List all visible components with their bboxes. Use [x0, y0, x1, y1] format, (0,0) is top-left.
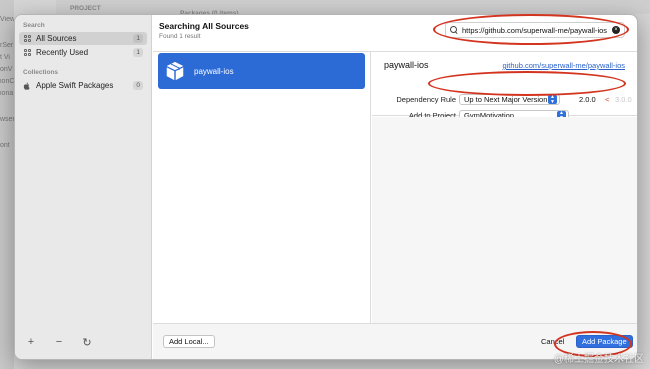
count-badge: 1 [133, 34, 143, 43]
result-count: Found 1 result [159, 33, 201, 40]
dependency-rule-label: Dependency Rule [396, 95, 456, 104]
search-field[interactable]: https://github.com/superwall-me/paywall-… [445, 22, 625, 38]
version-min-field[interactable]: 2.0.0 [579, 95, 596, 104]
add-local-button[interactable]: Add Local... [163, 335, 215, 348]
sources-sidebar: Search All Sources 1 Recently Used 1 Col… [15, 15, 152, 359]
background-text: t Vi [0, 54, 10, 61]
grid-icon [23, 35, 31, 43]
package-dialog: Search All Sources 1 Recently Used 1 Col… [14, 14, 638, 360]
list-item[interactable]: paywall-ios [158, 53, 365, 89]
sidebar-toolbar: + − ↻ [25, 336, 93, 349]
apple-icon [23, 82, 31, 90]
sidebar-item-label: Apple Swift Packages [36, 81, 114, 90]
background-text: wser [0, 116, 14, 123]
add-icon[interactable]: + [25, 336, 37, 349]
background-text: rSer [0, 42, 14, 49]
sidebar-item-label: Recently Used [36, 48, 89, 57]
page-title: Searching All Sources [159, 21, 249, 31]
sidebar-item-apple-swift-packages[interactable]: Apple Swift Packages 0 [19, 79, 147, 92]
remove-icon[interactable]: − [53, 336, 65, 349]
background-text: ionC [0, 78, 14, 85]
package-name: paywall-ios [384, 60, 429, 70]
version-max-field[interactable]: 3.0.0 [615, 95, 632, 104]
search-icon [450, 26, 458, 34]
dependency-rule-select[interactable]: Up to Next Major Version ▲ ▼ [459, 94, 560, 105]
background-header: PROJECT Packages (0 items) [56, 0, 650, 17]
grid-icon [23, 49, 31, 57]
background-text: View [0, 16, 14, 23]
count-badge: 0 [133, 81, 143, 90]
watermark: @稀土掘金技术社区 [553, 354, 644, 365]
version-less-than: < [605, 95, 610, 104]
refresh-icon[interactable]: ↻ [81, 336, 93, 349]
package-details: paywall-ios github.com/superwall-me/payw… [372, 52, 637, 121]
result-name: paywall-ios [194, 66, 234, 76]
chevron-updown-icon: ▲▼ [548, 95, 557, 104]
collections-section-label: Collections [23, 69, 59, 76]
sidebar-item-label: All Sources [36, 34, 77, 43]
results-list: paywall-ios [153, 52, 371, 325]
repository-link[interactable]: github.com/superwall-me/paywall-ios [502, 61, 625, 70]
dependency-rule-value: Up to Next Major Version [464, 95, 548, 104]
background-text: iona [0, 90, 14, 97]
details-empty-area [372, 117, 637, 325]
search-input[interactable]: https://github.com/superwall-me/paywall-… [462, 26, 612, 35]
background-text: onV [0, 66, 13, 73]
count-badge: 1 [133, 48, 143, 57]
background-text: ont [0, 142, 10, 149]
clear-icon[interactable]: × [612, 26, 620, 34]
search-section-label: Search [23, 22, 45, 29]
add-package-button[interactable]: Add Package [576, 335, 633, 348]
background-sidebar: View rSer t Vi onV ionC iona wser ont [0, 0, 14, 369]
sidebar-item-recently-used[interactable]: Recently Used 1 [19, 46, 147, 59]
cancel-button[interactable]: Cancel [536, 335, 569, 348]
sidebar-item-all-sources[interactable]: All Sources 1 [19, 32, 147, 45]
dialog-header: Searching All Sources Found 1 result htt… [153, 15, 637, 52]
package-icon [164, 60, 186, 82]
project-label: PROJECT [70, 5, 101, 12]
